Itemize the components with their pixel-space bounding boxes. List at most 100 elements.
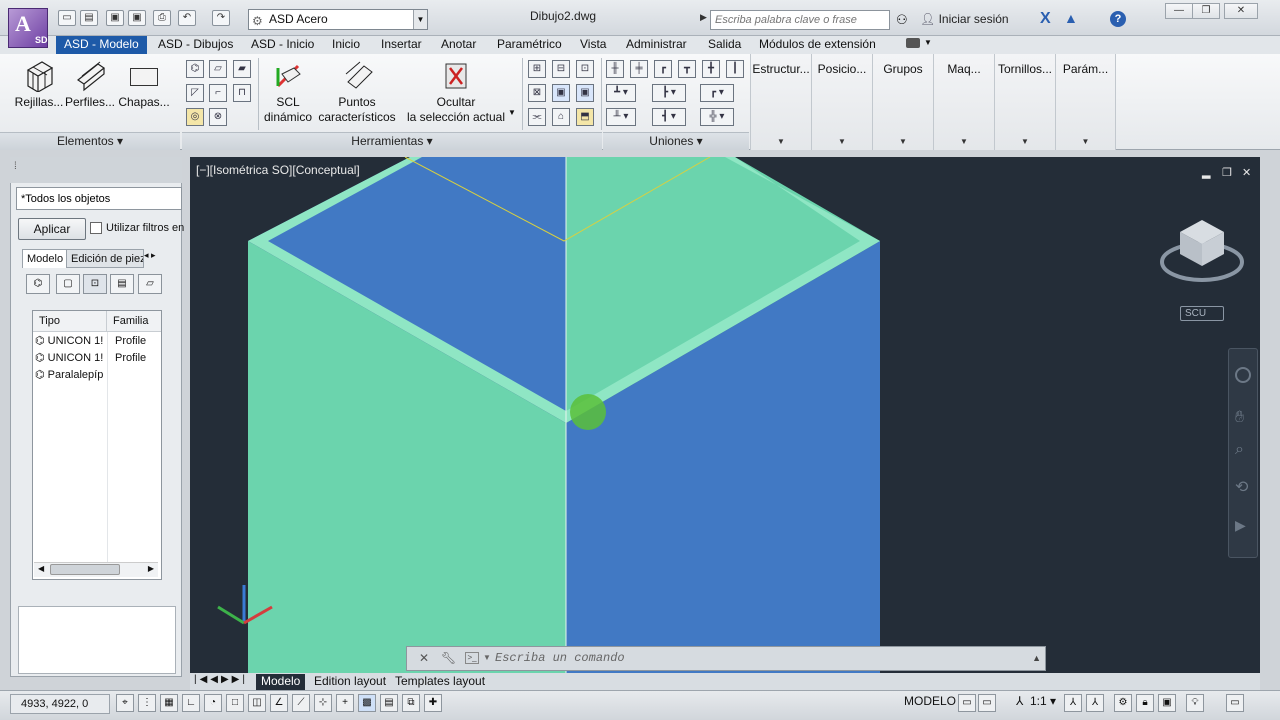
workspace-dropdown[interactable]: ⚙ ASD Acero ▼ [248, 9, 428, 30]
model-viewport[interactable] [190, 157, 1260, 673]
annotation-scale[interactable]: 1:1 ▾ [1030, 694, 1056, 708]
lock-icon[interactable]: 🔒︎ [1136, 694, 1154, 712]
connection-icon[interactable]: ⊞ [528, 60, 546, 78]
open-file-icon[interactable]: ▤ [80, 10, 98, 26]
scroll-left-icon[interactable]: ◀ [38, 564, 44, 573]
joint-dropdown-icon[interactable]: ┻ ▾ [606, 84, 636, 102]
table-row[interactable]: ⌬ UNICON 1! [35, 333, 107, 350]
layout-tab-templates[interactable]: Templates layout [395, 674, 485, 690]
save-icon[interactable]: ▣ [106, 10, 124, 26]
layout-nav-arrows[interactable]: |◀◀▶▶| [194, 674, 248, 685]
lineweight-icon[interactable]: + [336, 694, 354, 712]
shape-filter-icon[interactable]: ⊡ [83, 274, 107, 294]
beam-filter-icon[interactable]: ⌬ [26, 274, 50, 294]
tab-asd-dibujos[interactable]: ASD - Dibujos [158, 36, 233, 54]
command-line[interactable]: ✕ 🔧︎ >_ ▼ Escriba un comando ▲ [406, 646, 1046, 671]
connection-icon[interactable]: ⫘ [528, 108, 546, 126]
autodesk-icon[interactable]: ▲ [1064, 10, 1078, 26]
panel-estructura[interactable]: Estructur... ▼ [750, 54, 811, 150]
exchange-icon[interactable]: X [1040, 10, 1051, 28]
camera-icon[interactable] [906, 38, 920, 48]
connection-icon[interactable]: ▣ [576, 84, 594, 102]
apply-button[interactable]: Aplicar [18, 218, 86, 240]
bolt-icon[interactable]: ◎ [186, 108, 204, 126]
frame-icon[interactable]: ⊓ [233, 84, 251, 102]
column-header-familia[interactable]: Familia [107, 311, 161, 332]
joint-tool-icon[interactable]: ┃ [726, 60, 744, 78]
column-header-tipo[interactable]: Tipo [33, 311, 107, 332]
orbit-icon[interactable]: ⟲ [1235, 477, 1248, 497]
viewport-restore-icon[interactable]: ❐ [1222, 166, 1232, 179]
use-filters-checkbox[interactable] [90, 222, 102, 234]
dynamic-ucs-button[interactable]: SCL dinámico [260, 60, 316, 130]
clean-screen-icon[interactable]: ▭ [1226, 694, 1244, 712]
joint-tool-icon[interactable]: ┳ [678, 60, 696, 78]
osnap-icon[interactable]: □ [226, 694, 244, 712]
isolate-icon[interactable]: 💡︎ [1186, 694, 1204, 712]
tab-administrar[interactable]: Administrar [626, 36, 687, 54]
hide-selection-button[interactable]: Ocultar la selección actual ▼ [404, 60, 516, 130]
joint-tool-icon[interactable]: ╫ [606, 60, 624, 78]
annotation-scale-icon[interactable]: ⅄ [1016, 694, 1023, 708]
tab-edicion-piezas[interactable]: Edición de piez [66, 249, 144, 268]
application-menu-button[interactable]: A SD [8, 8, 48, 48]
table-row[interactable]: ⌬ Paralalepíp [35, 367, 107, 384]
chevron-up-icon[interactable]: ▲ [1032, 653, 1041, 663]
3d-osnap-icon[interactable]: ◫ [248, 694, 266, 712]
tab-inicio[interactable]: Inicio [332, 36, 360, 54]
snap-icon[interactable]: ⋮ [138, 694, 156, 712]
solid-filter-icon[interactable]: ▱ [138, 274, 162, 294]
plate-filter-icon[interactable]: ▢ [56, 274, 80, 294]
chevron-down-icon[interactable]: ▼ [413, 10, 427, 29]
save-as-icon[interactable]: ▣ [128, 10, 146, 26]
joint-dropdown-icon[interactable]: ┏ ▾ [700, 84, 734, 102]
joint-dropdown-icon[interactable]: ╨ ▾ [606, 108, 636, 126]
layout-tab-edition[interactable]: Edition layout [314, 674, 386, 690]
infer-icon[interactable]: ⌖ [116, 694, 134, 712]
panel-uniones[interactable]: Uniones ▾ [603, 132, 749, 150]
workspace-switch-icon[interactable]: ⚙ [1114, 694, 1132, 712]
am-icon[interactable]: ✚ [424, 694, 442, 712]
joint-tool-icon[interactable]: ╪ [630, 60, 648, 78]
auto-scale-icon[interactable]: ⅄ [1086, 694, 1104, 712]
connection-icon[interactable]: ⌂ [552, 108, 570, 126]
grid-display-icon[interactable]: ▦ [160, 694, 178, 712]
wrench-icon[interactable]: 🔧︎ [441, 651, 456, 665]
connection-icon[interactable]: ⊟ [552, 60, 570, 78]
filter-field[interactable] [16, 187, 182, 210]
tab-parametrico[interactable]: Paramétrico [497, 36, 562, 54]
joint-dropdown-icon[interactable]: ┫ ▾ [652, 108, 686, 126]
layout-tab-modelo[interactable]: Modelo [256, 674, 306, 690]
search-input[interactable] [710, 10, 890, 30]
grid-button[interactable]: Rejillas... [14, 60, 64, 120]
coordinates-readout[interactable]: 4933, 4922, 0 [10, 694, 110, 714]
table-row[interactable]: ⌬ UNICON 1! [35, 350, 107, 367]
signin-button[interactable]: 👤︎ Iniciar sesión [920, 12, 1009, 26]
chevron-down-icon[interactable]: ▼ [483, 653, 491, 662]
undo-icon[interactable]: ↶ [178, 10, 196, 26]
close-icon[interactable]: ✕ [419, 651, 429, 665]
tab-insertar[interactable]: Insertar [381, 36, 422, 54]
joint-tool-icon[interactable]: ┏ [654, 60, 672, 78]
dyn-icon[interactable]: ⊹ [314, 694, 332, 712]
plate-tool-icon[interactable]: ▱ [209, 60, 227, 78]
connection-icon[interactable]: ⊡ [576, 60, 594, 78]
viewport-close-icon[interactable]: ✕ [1242, 166, 1251, 179]
joint-icon[interactable]: ⊗ [209, 108, 227, 126]
panel-herramientas[interactable]: Herramientas ▾ [182, 132, 602, 150]
panel-posicion[interactable]: Posicio... ▼ [811, 54, 872, 150]
bent-icon[interactable]: ⌐ [209, 84, 227, 102]
viewport-controls-label[interactable]: [−][Isométrica SO][Conceptual] [196, 163, 360, 177]
minimize-button[interactable]: — [1165, 3, 1193, 19]
steering-wheel-icon[interactable] [1235, 367, 1251, 383]
connection-icon[interactable]: ⊠ [528, 84, 546, 102]
layout-icon[interactable]: ▭ [958, 694, 976, 712]
panel-parametros[interactable]: Parám... ▼ [1055, 54, 1116, 150]
otrack-icon[interactable]: ∠ [270, 694, 288, 712]
redo-icon[interactable]: ↷ [212, 10, 230, 26]
new-file-icon[interactable]: ▭ [58, 10, 76, 26]
tab-asd-inicio[interactable]: ASD - Inicio [251, 36, 314, 54]
viewport-minimize-icon[interactable]: ▂ [1202, 166, 1210, 179]
tab-anotar[interactable]: Anotar [441, 36, 476, 54]
scroll-right-icon[interactable]: ▶ [148, 564, 154, 573]
